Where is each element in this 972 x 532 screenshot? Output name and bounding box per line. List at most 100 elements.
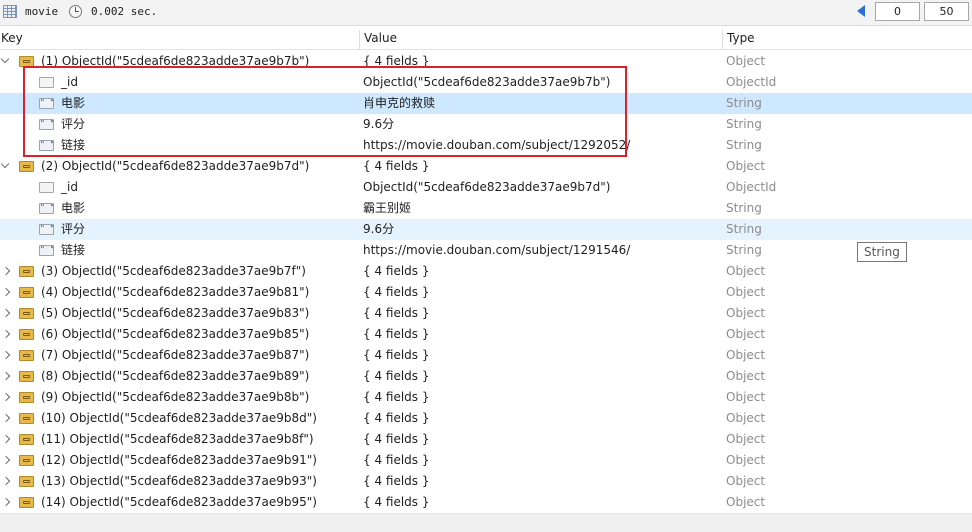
field-row[interactable]: " " 链接 https://movie.douban.com/subject/12… xyxy=(0,240,972,261)
document-row[interactable]: (3) ObjectId("5cdeaf6de823adde37ae9b7f")… xyxy=(0,261,972,282)
row-type: Object xyxy=(726,348,766,362)
document-row[interactable]: (13) ObjectId("5cdeaf6de823adde37ae9b93"… xyxy=(0,471,972,492)
chevron-right-icon[interactable] xyxy=(1,266,11,276)
horizontal-scrollbar[interactable] xyxy=(0,513,972,532)
row-type: Object xyxy=(726,474,766,488)
document-icon xyxy=(19,161,34,172)
document-icon xyxy=(19,497,34,508)
type-tooltip: String xyxy=(857,242,907,262)
field-row[interactable]: " " 电影 霸王别姬 String xyxy=(0,198,972,219)
string-icon: " " xyxy=(39,140,55,151)
row-type: String xyxy=(726,96,762,110)
field-row[interactable]: " " 链接 https://movie.douban.com/subject/12… xyxy=(0,135,972,156)
row-value: { 4 fields } xyxy=(363,306,430,320)
document-row[interactable]: (12) ObjectId("5cdeaf6de823adde37ae9b91"… xyxy=(0,450,972,471)
row-value: { 4 fields } xyxy=(363,54,430,68)
row-value: ObjectId("5cdeaf6de823adde37ae9b7b") xyxy=(363,75,611,89)
row-key: (10) ObjectId("5cdeaf6de823adde37ae9b8d"… xyxy=(41,411,317,425)
chevron-right-icon[interactable] xyxy=(1,476,11,486)
row-type: Object xyxy=(726,432,766,446)
row-value: 霸王别姬 xyxy=(363,201,412,215)
chevron-right-icon[interactable] xyxy=(1,392,11,402)
row-key: (6) ObjectId("5cdeaf6de823adde37ae9b85") xyxy=(41,327,310,341)
row-key: (2) ObjectId("5cdeaf6de823adde37ae9b7d") xyxy=(41,159,310,173)
document-row[interactable]: (2) ObjectId("5cdeaf6de823adde37ae9b7d")… xyxy=(0,156,972,177)
chevron-right-icon[interactable] xyxy=(1,308,11,318)
row-value: { 4 fields } xyxy=(363,264,430,278)
clock-icon xyxy=(69,5,82,18)
string-icon: " " xyxy=(39,203,55,214)
row-key: (4) ObjectId("5cdeaf6de823adde37ae9b81") xyxy=(41,285,310,299)
field-row[interactable]: _id ObjectId("5cdeaf6de823adde37ae9b7d") O… xyxy=(0,177,972,198)
chevron-right-icon[interactable] xyxy=(1,497,11,507)
row-value: 肖申克的救赎 xyxy=(363,96,436,110)
row-value: { 4 fields } xyxy=(363,285,430,299)
string-icon: " " xyxy=(39,119,55,130)
row-type: String xyxy=(726,201,762,215)
document-row[interactable]: (7) ObjectId("5cdeaf6de823adde37ae9b87")… xyxy=(0,345,972,366)
document-row[interactable]: (11) ObjectId("5cdeaf6de823adde37ae9b8f"… xyxy=(0,429,972,450)
row-type: Object xyxy=(726,453,766,467)
limit-input[interactable]: 50 xyxy=(924,2,969,21)
row-type: Object xyxy=(726,327,766,341)
string-icon: " " xyxy=(39,98,55,109)
row-type: Object xyxy=(726,159,766,173)
column-header-key[interactable]: Key xyxy=(1,28,23,49)
row-key: _id xyxy=(61,180,78,194)
chevron-right-icon[interactable] xyxy=(1,413,11,423)
column-divider[interactable] xyxy=(359,30,360,49)
field-row[interactable]: _id ObjectId("5cdeaf6de823adde37ae9b7b") O… xyxy=(0,72,972,93)
field-row[interactable]: " " 电影 肖申克的救赎 String xyxy=(0,93,972,114)
chevron-right-icon[interactable] xyxy=(1,287,11,297)
row-key: _id xyxy=(61,75,78,89)
document-icon xyxy=(19,266,34,277)
row-value: https://movie.douban.com/subject/1291546… xyxy=(363,243,631,257)
chevron-right-icon[interactable] xyxy=(1,434,11,444)
column-header-type[interactable]: Type xyxy=(727,28,755,49)
document-icon xyxy=(19,476,34,487)
chevron-down-icon[interactable] xyxy=(0,54,10,64)
string-icon: " " xyxy=(39,245,55,256)
row-value: { 4 fields } xyxy=(363,327,430,341)
row-key: 链接 xyxy=(61,138,86,152)
document-icon xyxy=(19,350,34,361)
document-row[interactable]: (10) ObjectId("5cdeaf6de823adde37ae9b8d"… xyxy=(0,408,972,429)
row-type: Object xyxy=(726,306,766,320)
document-icon xyxy=(19,329,34,340)
row-key: (12) ObjectId("5cdeaf6de823adde37ae9b91"… xyxy=(41,453,317,467)
previous-page-arrow-icon[interactable] xyxy=(857,5,865,17)
document-row[interactable]: (8) ObjectId("5cdeaf6de823adde37ae9b89")… xyxy=(0,366,972,387)
chevron-right-icon[interactable] xyxy=(1,350,11,360)
objectid-icon xyxy=(39,77,54,88)
row-key: (1) ObjectId("5cdeaf6de823adde37ae9b7b") xyxy=(41,54,310,68)
row-value: { 4 fields } xyxy=(363,432,430,446)
chevron-right-icon[interactable] xyxy=(1,329,11,339)
document-icon xyxy=(19,308,34,319)
document-row[interactable]: (6) ObjectId("5cdeaf6de823adde37ae9b85")… xyxy=(0,324,972,345)
objectid-icon xyxy=(39,182,54,193)
field-row[interactable]: " " 评分 9.6分 String xyxy=(0,114,972,135)
document-icon xyxy=(19,287,34,298)
column-header-value[interactable]: Value xyxy=(364,28,397,49)
skip-input[interactable]: 0 xyxy=(875,2,920,21)
field-row[interactable]: " " 评分 9.6分 String xyxy=(0,219,972,240)
string-icon: " " xyxy=(39,224,55,235)
document-row[interactable]: (14) ObjectId("5cdeaf6de823adde37ae9b95"… xyxy=(0,492,972,513)
chevron-right-icon[interactable] xyxy=(1,455,11,465)
document-row[interactable]: (9) ObjectId("5cdeaf6de823adde37ae9b8b")… xyxy=(0,387,972,408)
document-row[interactable]: (4) ObjectId("5cdeaf6de823adde37ae9b81")… xyxy=(0,282,972,303)
row-type: Object xyxy=(726,54,766,68)
row-value: { 4 fields } xyxy=(363,411,430,425)
row-value: { 4 fields } xyxy=(363,369,430,383)
chevron-down-icon[interactable] xyxy=(0,159,10,169)
chevron-right-icon[interactable] xyxy=(1,371,11,381)
row-value: { 4 fields } xyxy=(363,390,430,404)
row-type: Object xyxy=(726,285,766,299)
row-value: https://movie.douban.com/subject/1292052… xyxy=(363,138,631,152)
column-divider[interactable] xyxy=(722,30,723,49)
row-value: { 4 fields } xyxy=(363,453,430,467)
document-row[interactable]: (5) ObjectId("5cdeaf6de823adde37ae9b83")… xyxy=(0,303,972,324)
document-row[interactable]: (1) ObjectId("5cdeaf6de823adde37ae9b7b")… xyxy=(0,51,972,72)
row-type: String xyxy=(726,138,762,152)
row-key: 评分 xyxy=(61,117,86,131)
